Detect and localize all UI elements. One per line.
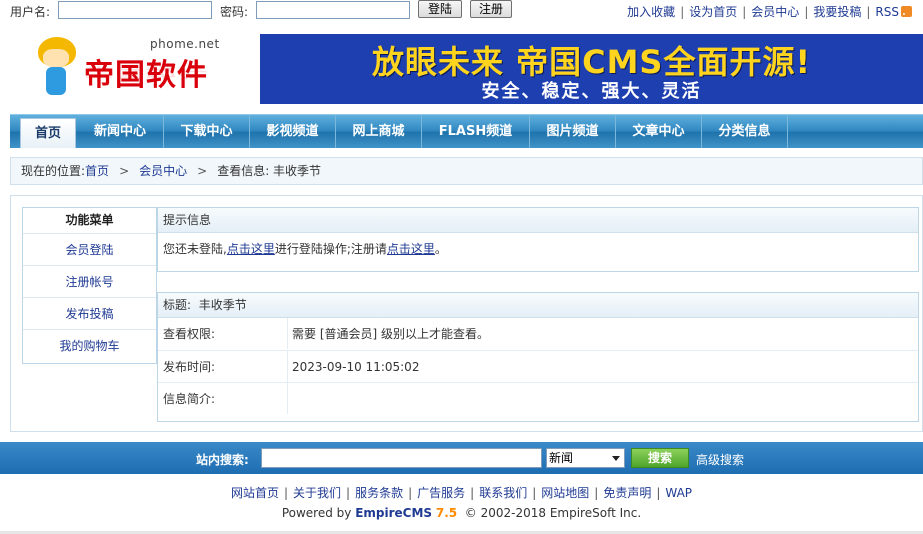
nav-article[interactable]: 文章中心 xyxy=(616,115,702,148)
menu-item-register[interactable]: 注册帐号 xyxy=(23,265,156,297)
header-banner[interactable]: 放眼未来 帝国CMS全面开源! 安全、稳定、强大、灵活 xyxy=(260,34,923,104)
submit-article-link[interactable]: 我要投稿 xyxy=(813,5,861,19)
banner-subline: 安全、稳定、强大、灵活 xyxy=(481,81,702,102)
username-input[interactable] xyxy=(58,1,212,19)
footer-link-terms[interactable]: 服务条款 xyxy=(355,486,403,500)
info-row-publish-time: 发布时间: 2023-09-10 11:05:02 xyxy=(158,350,918,382)
nav-home[interactable]: 首页 xyxy=(20,118,76,148)
nav-flash[interactable]: FLASH频道 xyxy=(422,115,530,148)
mascot-icon xyxy=(34,37,78,99)
empirecms-link[interactable]: EmpireCMS xyxy=(355,506,432,520)
notice-panel: 提示信息 您还未登陆,点击这里进行登陆操作;注册请点击这里。 xyxy=(157,207,919,272)
powered-by: Powered by EmpireCMS 7.5 © 2002-2018 Emp… xyxy=(281,506,642,520)
add-favorite-link[interactable]: 加入收藏 xyxy=(627,5,675,19)
footer-link-home[interactable]: 网站首页 xyxy=(231,486,279,500)
menu-item-cart[interactable]: 我的购物车 xyxy=(23,329,156,361)
footer-link-about[interactable]: 关于我们 xyxy=(293,486,341,500)
footer-links: 网站首页 | 关于我们 | 服务条款 | 广告服务 | 联系我们 | 网站地图 | 免责声明 | WAP xyxy=(230,486,693,500)
notice-register-link[interactable]: 点击这里 xyxy=(387,242,435,256)
search-category-select[interactable]: 新闻 xyxy=(546,448,625,468)
username-label: 用户名: xyxy=(10,5,51,19)
password-input[interactable] xyxy=(256,1,410,19)
notice-title: 提示信息 xyxy=(158,208,918,233)
register-button[interactable]: 注册 xyxy=(470,0,512,18)
login-button[interactable]: 登陆 xyxy=(418,0,462,18)
nav-photo[interactable]: 图片频道 xyxy=(530,115,616,148)
site-logo[interactable]: phome.net 帝国软件 帝国软件 xyxy=(34,35,234,105)
menu-item-login[interactable]: 会员登陆 xyxy=(23,233,156,265)
function-menu: 功能菜单 会员登陆 注册帐号 发布投稿 我的购物车 xyxy=(22,207,157,364)
top-links: 加入收藏 | 设为首页 | 会员中心 | 我要投稿 | RSS xyxy=(627,3,912,20)
site-domain: phome.net xyxy=(150,37,220,51)
notice-login-link[interactable]: 点击这里 xyxy=(227,242,275,256)
info-row-permission: 查看权限: 需要 [普通会员] 级别以上才能查看。 xyxy=(158,318,918,350)
search-input[interactable] xyxy=(261,448,542,468)
copyright: © 2002-2018 EmpireSoft Inc. xyxy=(464,506,642,520)
top-login-bar: 用户名: 密码: 登陆 注册 加入收藏 | 设为首页 | 会员中心 | 我要投稿 | RSS xyxy=(0,0,923,21)
nav-classified[interactable]: 分类信息 xyxy=(702,115,788,148)
breadcrumb-current: 查看信息: 丰收季节 xyxy=(217,164,322,178)
main-content: 功能菜单 会员登陆 注册帐号 发布投稿 我的购物车 提示信息 您还未登陆,点击这… xyxy=(10,195,923,432)
main-nav: 首页 新闻中心 下载中心 影视频道 网上商城 FLASH频道 图片频道 文章中心… xyxy=(10,114,923,148)
footer-link-wap[interactable]: WAP xyxy=(665,486,692,500)
rss-icon[interactable] xyxy=(901,6,912,17)
notice-body: 您还未登陆,点击这里进行登陆操作;注册请点击这里。 xyxy=(163,242,447,256)
nav-shop[interactable]: 网上商城 xyxy=(336,115,422,148)
breadcrumb-member[interactable]: 会员中心 xyxy=(139,164,187,178)
member-center-link[interactable]: 会员中心 xyxy=(751,5,799,19)
brand-reflection: 帝国软件 xyxy=(84,63,208,80)
rss-link[interactable]: RSS xyxy=(875,5,899,19)
footer-link-disclaimer[interactable]: 免责声明 xyxy=(603,486,651,500)
info-panel: 标题: 丰收季节 查看权限: 需要 [普通会员] 级别以上才能查看。 发布时间:… xyxy=(157,292,919,422)
info-rows: 查看权限: 需要 [普通会员] 级别以上才能查看。 发布时间: 2023-09-… xyxy=(158,318,918,414)
search-button[interactable]: 搜索 xyxy=(631,448,689,468)
info-row-summary: 信息简介: xyxy=(158,382,918,414)
site-search-bar: 站内搜索: 新闻 搜索 高级搜索 xyxy=(0,442,923,474)
breadcrumb: 现在的位置:首页 > 会员中心 > 查看信息: 丰收季节 xyxy=(10,157,923,185)
password-label: 密码: xyxy=(220,5,249,19)
nav-download[interactable]: 下载中心 xyxy=(164,115,250,148)
info-title-value: 丰收季节 xyxy=(198,298,247,312)
site-header: phome.net 帝国软件 帝国软件 放眼未来 帝国CMS全面开源! 安全、稳… xyxy=(0,21,923,109)
info-title-label: 标题: xyxy=(163,298,192,312)
nav-movie[interactable]: 影视频道 xyxy=(250,115,336,148)
breadcrumb-home[interactable]: 首页 xyxy=(85,164,109,178)
footer-link-contact[interactable]: 联系我们 xyxy=(479,486,527,500)
menu-item-submit[interactable]: 发布投稿 xyxy=(23,297,156,329)
nav-news[interactable]: 新闻中心 xyxy=(77,115,164,148)
search-label: 站内搜索: xyxy=(196,453,249,467)
breadcrumb-prefix: 现在的位置: xyxy=(21,164,86,178)
footer-link-sitemap[interactable]: 网站地图 xyxy=(541,486,589,500)
chevron-down-icon xyxy=(612,456,620,461)
function-menu-title: 功能菜单 xyxy=(23,208,156,233)
set-homepage-link[interactable]: 设为首页 xyxy=(689,5,737,19)
info-title-row: 标题: 丰收季节 xyxy=(158,293,918,318)
version-number: 7.5 xyxy=(435,506,458,520)
advanced-search-link[interactable]: 高级搜索 xyxy=(696,451,744,468)
footer-link-ads[interactable]: 广告服务 xyxy=(417,486,465,500)
